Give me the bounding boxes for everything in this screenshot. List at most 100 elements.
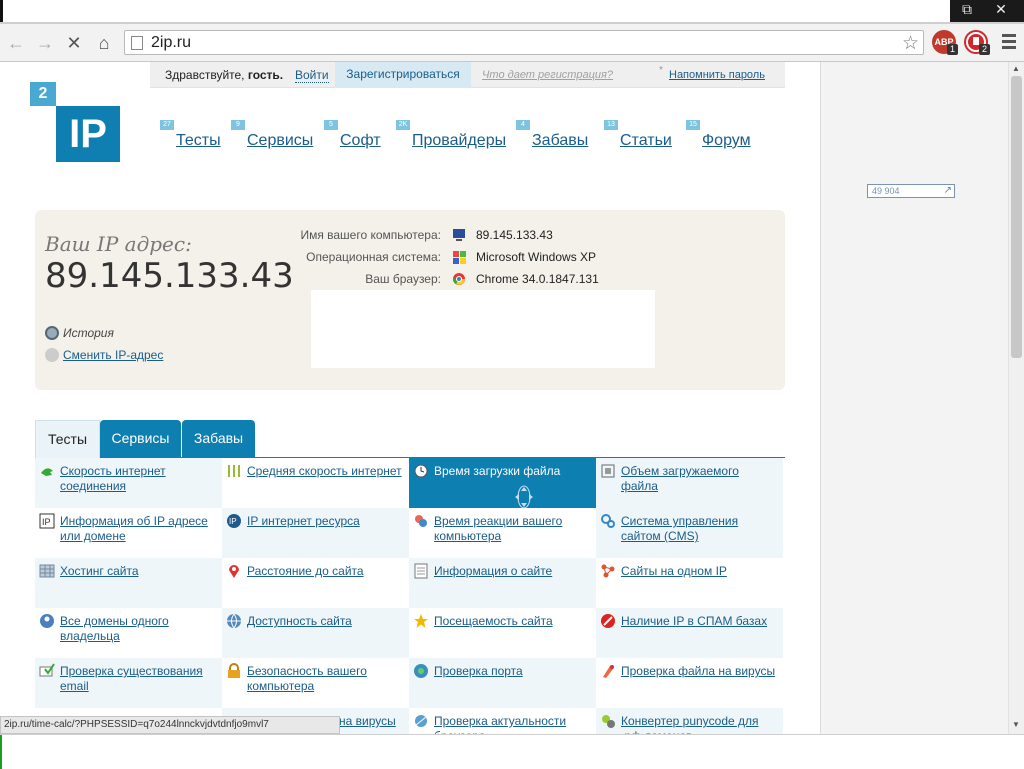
nav-count: 2K: [396, 120, 410, 130]
grid-cell-label[interactable]: Скорость интернет соединения: [60, 464, 218, 494]
grid-cell-highlighted[interactable]: Время загрузки файла: [409, 458, 596, 509]
grid-cell[interactable]: IP IP интернет ресурса: [222, 508, 409, 558]
grid-cell-label[interactable]: Посещаемость сайта: [434, 614, 592, 629]
bookmark-star-icon[interactable]: ☆: [902, 32, 919, 55]
stop-button[interactable]: ✕: [63, 32, 85, 54]
nav-services[interactable]: 9 Сервисы: [231, 120, 313, 150]
grid-cell-label[interactable]: Проверка актуальности браузера: [434, 714, 592, 734]
grid-cell-label[interactable]: Информация об IP адресе или домене: [60, 514, 218, 544]
scrollbar-thumb[interactable]: [1011, 76, 1022, 358]
history-label[interactable]: История: [63, 326, 114, 340]
nav-fun[interactable]: 4 Забавы: [516, 120, 588, 150]
grid-cell-label[interactable]: Время загрузки файла: [434, 464, 592, 479]
grid-cell-label[interactable]: Доступность сайта: [247, 614, 405, 629]
grid-cell-label[interactable]: Конвертер punycode для .рф доменов: [621, 714, 779, 734]
grid-cell[interactable]: Сайты на одном IP: [596, 558, 783, 608]
grid-cell-label[interactable]: Время реакции вашего компьютера: [434, 514, 592, 544]
ip-info-block: Ваш IP адрес: 89.145.133.43 История Смен…: [35, 210, 785, 390]
login-link[interactable]: Войти: [295, 68, 329, 83]
close-window-button[interactable]: ✕: [984, 0, 1018, 18]
tab-services[interactable]: Сервисы: [100, 420, 181, 458]
frame-icon: [601, 464, 615, 478]
grid-cell-label[interactable]: Система управления сайтом (CMS): [621, 514, 779, 544]
grid-cell-label[interactable]: Сайты на одном IP: [621, 564, 779, 579]
nav-count: 13: [604, 120, 618, 130]
document-icon: [414, 563, 428, 579]
grid-cell-label[interactable]: Проверка существования email: [60, 664, 218, 694]
logo-two[interactable]: 2: [30, 82, 56, 106]
grid-cell-label[interactable]: Расстояние до сайта: [247, 564, 405, 579]
nav-label[interactable]: Форум: [702, 132, 751, 149]
remind-password-link[interactable]: Напомнить пароль: [669, 69, 765, 81]
no-entry-icon: [601, 614, 615, 628]
grid-cell-label[interactable]: Проверка порта: [434, 664, 592, 679]
grid-cell[interactable]: Конвертер punycode для .рф доменов: [596, 708, 783, 734]
grid-cell-label[interactable]: Объем загружаемого файла: [621, 464, 779, 494]
grid-cell[interactable]: Информация о сайте: [409, 558, 596, 608]
why-register-link[interactable]: Что дает регистрация?: [482, 69, 613, 81]
grid-cell-label[interactable]: Наличие IP в СПАМ базах: [621, 614, 779, 629]
grid-cell[interactable]: Посещаемость сайта: [409, 608, 596, 658]
grid-cell[interactable]: Проверка файла на вирусы: [596, 658, 783, 708]
address-bar[interactable]: 2ip.ru ☆: [124, 30, 924, 55]
grid-cell[interactable]: Средняя скорость интернет: [222, 458, 409, 508]
grid-cell-label[interactable]: Информация о сайте: [434, 564, 592, 579]
register-button[interactable]: Зарегистрироваться: [335, 62, 471, 88]
nav-providers[interactable]: 2K Провайдеры: [396, 120, 506, 150]
grid-cell[interactable]: Наличие IP в СПАМ базах: [596, 608, 783, 658]
scroll-down-icon[interactable]: ▼: [1012, 720, 1020, 729]
grid-cell[interactable]: Проверка существования email: [35, 658, 222, 708]
page-scrollbar[interactable]: ▲ ▼: [1008, 62, 1024, 734]
nav-label[interactable]: Тесты: [176, 132, 221, 149]
back-button[interactable]: ←: [5, 32, 27, 54]
grid-cell[interactable]: Скорость интернет соединения: [35, 458, 222, 508]
nav-label[interactable]: Провайдеры: [412, 132, 506, 149]
nav-soft[interactable]: 5 Софт: [324, 120, 381, 150]
nav-forum[interactable]: 15 Форум: [686, 120, 751, 150]
history-link[interactable]: История: [45, 326, 114, 340]
home-button[interactable]: ⌂: [93, 32, 115, 54]
grid-cell[interactable]: Безопасность вашего компьютера: [222, 658, 409, 708]
asterisk: *: [659, 65, 663, 76]
tab-tests[interactable]: Тесты: [35, 420, 100, 458]
grid-cell-label[interactable]: Безопасность вашего компьютера: [247, 664, 405, 694]
grid-cell-label[interactable]: Проверка файла на вирусы: [621, 664, 779, 679]
grid-cell-label[interactable]: Хостинг сайта: [60, 564, 218, 579]
grid-cell[interactable]: Доступность сайта: [222, 608, 409, 658]
grid-cell-label[interactable]: Средняя скорость интернет: [247, 464, 405, 479]
nav-label[interactable]: Софт: [340, 132, 381, 149]
scroll-up-icon[interactable]: ▲: [1012, 64, 1020, 73]
logo-ip[interactable]: IP: [56, 106, 120, 162]
speed-arrow-icon: [41, 468, 53, 476]
grid-cell-label[interactable]: на вирусы: [339, 714, 409, 729]
grid-cell[interactable]: IP Информация об IP адресе или домене: [35, 508, 222, 558]
ip-label: Ваш IP адрес:: [45, 232, 192, 256]
grid-cell[interactable]: Хостинг сайта: [35, 558, 222, 608]
visitor-counter[interactable]: 49 904 ↗: [867, 184, 955, 198]
grid-cell[interactable]: Время реакции вашего компьютера: [409, 508, 596, 558]
change-ip-link[interactable]: Сменить IP-адрес: [45, 348, 163, 362]
nav-tests[interactable]: 27 Тесты: [160, 120, 221, 150]
grid-cell[interactable]: Расстояние до сайта: [222, 558, 409, 608]
ad-placeholder: [311, 290, 655, 368]
nav-label[interactable]: Статьи: [620, 132, 672, 149]
grid-cell[interactable]: Проверка порта: [409, 658, 596, 708]
grid-cell[interactable]: Объем загружаемого файла: [596, 458, 783, 508]
grid-cell[interactable]: Проверка актуальности браузера: [409, 708, 596, 734]
change-ip-label[interactable]: Сменить IP-адрес: [63, 348, 163, 362]
grid-cell[interactable]: Все домены одного владельца: [35, 608, 222, 658]
greeting-text: Здравствуйте,: [165, 68, 248, 82]
svg-text:IP: IP: [229, 517, 237, 526]
nav-count: 4: [516, 120, 530, 130]
grid-cell-label[interactable]: IP интернет ресурса: [247, 514, 405, 529]
restore-window-button[interactable]: ⧉: [950, 0, 984, 18]
forward-button[interactable]: →: [34, 32, 56, 54]
address-url[interactable]: 2ip.ru: [151, 34, 191, 52]
browser-menu-button[interactable]: [1002, 34, 1016, 52]
nav-label[interactable]: Забавы: [532, 132, 588, 149]
grid-cell[interactable]: Система управления сайтом (CMS): [596, 508, 783, 558]
nav-articles[interactable]: 13 Статьи: [604, 120, 672, 150]
grid-cell-label[interactable]: Все домены одного владельца: [60, 614, 218, 644]
nav-label[interactable]: Сервисы: [247, 132, 313, 149]
tab-fun[interactable]: Забавы: [182, 420, 255, 458]
